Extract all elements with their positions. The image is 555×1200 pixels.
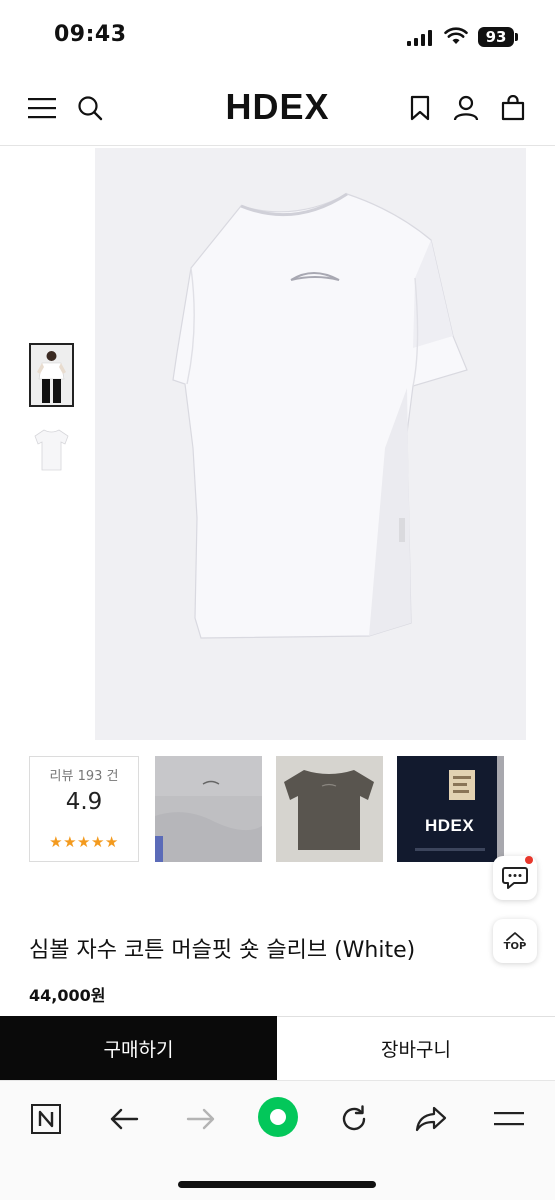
wifi-icon xyxy=(444,27,468,44)
notification-dot xyxy=(525,856,533,864)
battery-level: 93 xyxy=(478,27,514,47)
review-photo-1[interactable] xyxy=(155,756,262,862)
shopping-bag-icon[interactable] xyxy=(497,92,529,124)
more-menu-icon[interactable] xyxy=(489,1101,529,1137)
back-arrow-icon[interactable] xyxy=(104,1101,144,1137)
status-bar: 09:43 93 xyxy=(0,0,555,72)
user-icon[interactable] xyxy=(450,92,482,124)
naver-green-dot-icon[interactable] xyxy=(256,1095,300,1139)
bookmark-icon[interactable] xyxy=(404,92,436,124)
forward-arrow-icon[interactable] xyxy=(181,1101,221,1137)
refresh-icon[interactable] xyxy=(334,1101,374,1137)
product-title: 심볼 자수 코튼 머슬핏 숏 슬리브 (White) xyxy=(29,938,416,963)
review-count: 리뷰 193 건 xyxy=(49,769,119,784)
star-rating: ★★★★★ xyxy=(49,833,119,851)
scroll-top-label: TOP xyxy=(503,940,527,952)
home-indicator xyxy=(178,1181,376,1188)
review-photo-2[interactable] xyxy=(276,756,383,862)
cellular-signal-icon xyxy=(407,30,432,46)
product-main-image[interactable] xyxy=(95,148,526,740)
battery-cap xyxy=(515,33,518,41)
add-to-cart-button[interactable]: 장바구니 xyxy=(277,1016,555,1080)
naver-home-icon[interactable] xyxy=(26,1101,66,1137)
chevron-right-icon xyxy=(504,794,518,824)
product-thumbnail-flat[interactable] xyxy=(29,420,74,484)
review-photo-3[interactable]: HDEX xyxy=(397,756,504,862)
chat-bubble-icon xyxy=(502,867,528,889)
review-score: 4.9 xyxy=(65,789,103,815)
hamburger-menu-icon[interactable] xyxy=(26,92,58,124)
product-price: 44,000원 xyxy=(29,986,106,1005)
review-summary-card[interactable]: 리뷰 193 건 4.9 ★★★★★ xyxy=(29,756,139,862)
review-photo-3-label: HDEX xyxy=(425,816,475,835)
review-photos-next-button[interactable] xyxy=(496,756,526,862)
scroll-top-button[interactable]: TOP xyxy=(493,919,537,963)
product-thumbnail-model[interactable] xyxy=(29,343,74,407)
share-icon[interactable] xyxy=(411,1101,451,1137)
status-time: 09:43 xyxy=(54,22,127,47)
search-icon[interactable] xyxy=(74,92,106,124)
site-header: HDEX xyxy=(0,72,555,146)
buy-now-button[interactable]: 구매하기 xyxy=(0,1016,277,1080)
